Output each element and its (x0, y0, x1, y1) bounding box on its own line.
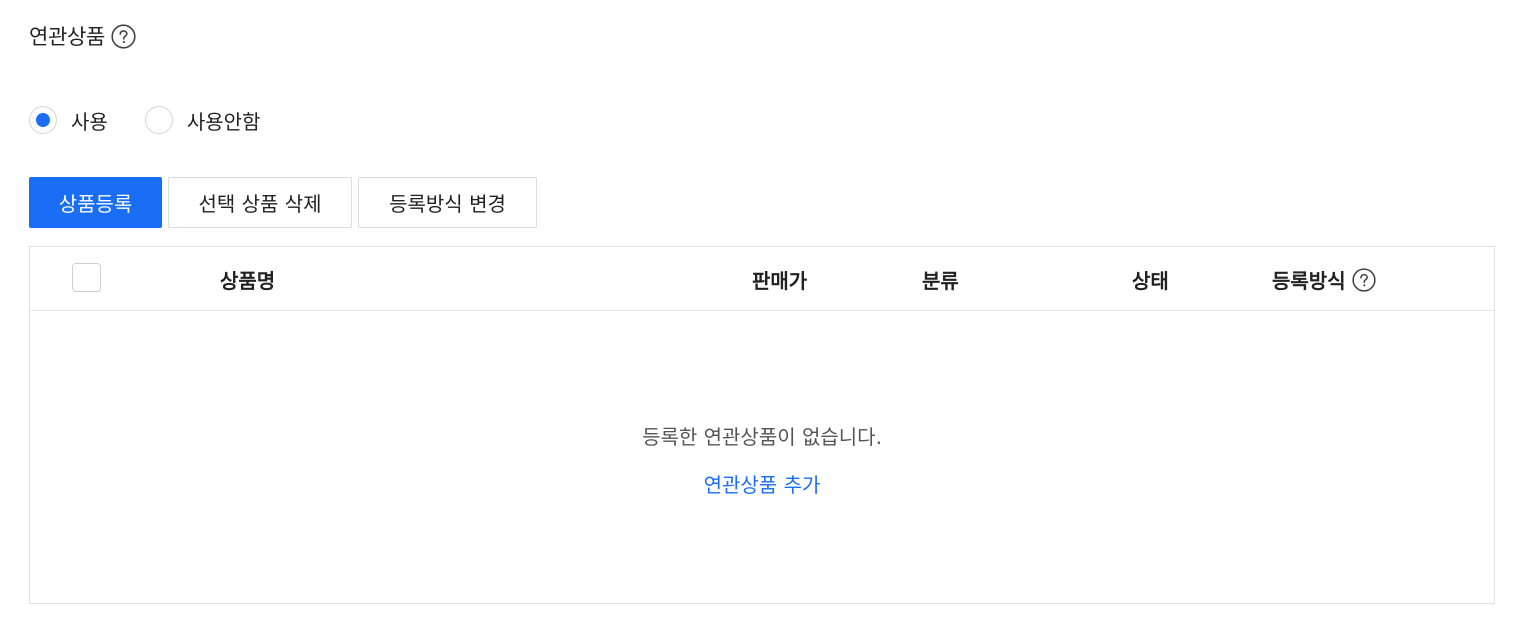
column-status: 상태 (1132, 269, 1169, 293)
change-method-button[interactable]: 등록방식 변경 (358, 177, 537, 228)
register-product-button[interactable]: 상품등록 (29, 177, 162, 228)
radio-use-label: 사용 (71, 109, 108, 134)
column-name: 상품명 (220, 269, 276, 293)
delete-selected-button[interactable]: 선택 상품 삭제 (168, 177, 352, 228)
radio-use-control[interactable] (29, 106, 57, 134)
usage-radio-group: 사용 사용안함 (29, 104, 260, 136)
radio-use[interactable]: 사용 (29, 106, 108, 135)
column-method-label: 등록방식 (1272, 269, 1346, 293)
radio-not-use-label: 사용안함 (186, 109, 261, 134)
column-category: 분류 (922, 269, 959, 293)
question-circle-icon[interactable] (111, 23, 136, 49)
table-body: 등록한 연관상품이 없습니다. 연관상품 추가 (30, 311, 1494, 603)
empty-message: 등록한 연관상품이 없습니다. (642, 425, 882, 449)
column-price: 판매가 (752, 269, 808, 293)
question-circle-icon[interactable] (1351, 267, 1376, 292)
select-all-checkbox[interactable] (72, 263, 101, 292)
related-products-table: 상품명 판매가 분류 상태 등록방식 등록한 연관상품이 없습니다. 연관상품 … (29, 246, 1495, 604)
radio-not-use[interactable]: 사용안함 (144, 106, 261, 135)
add-related-product-link[interactable]: 연관상품 추가 (30, 469, 1494, 498)
section-header: 연관상품 (29, 18, 136, 54)
radio-not-use-control[interactable] (144, 106, 173, 134)
toolbar: 상품등록 선택 상품 삭제 등록방식 변경 (29, 177, 537, 228)
section-title: 연관상품 (29, 25, 106, 49)
column-method: 등록방식 (1272, 265, 1376, 294)
table-header: 상품명 판매가 분류 상태 등록방식 (30, 247, 1494, 311)
